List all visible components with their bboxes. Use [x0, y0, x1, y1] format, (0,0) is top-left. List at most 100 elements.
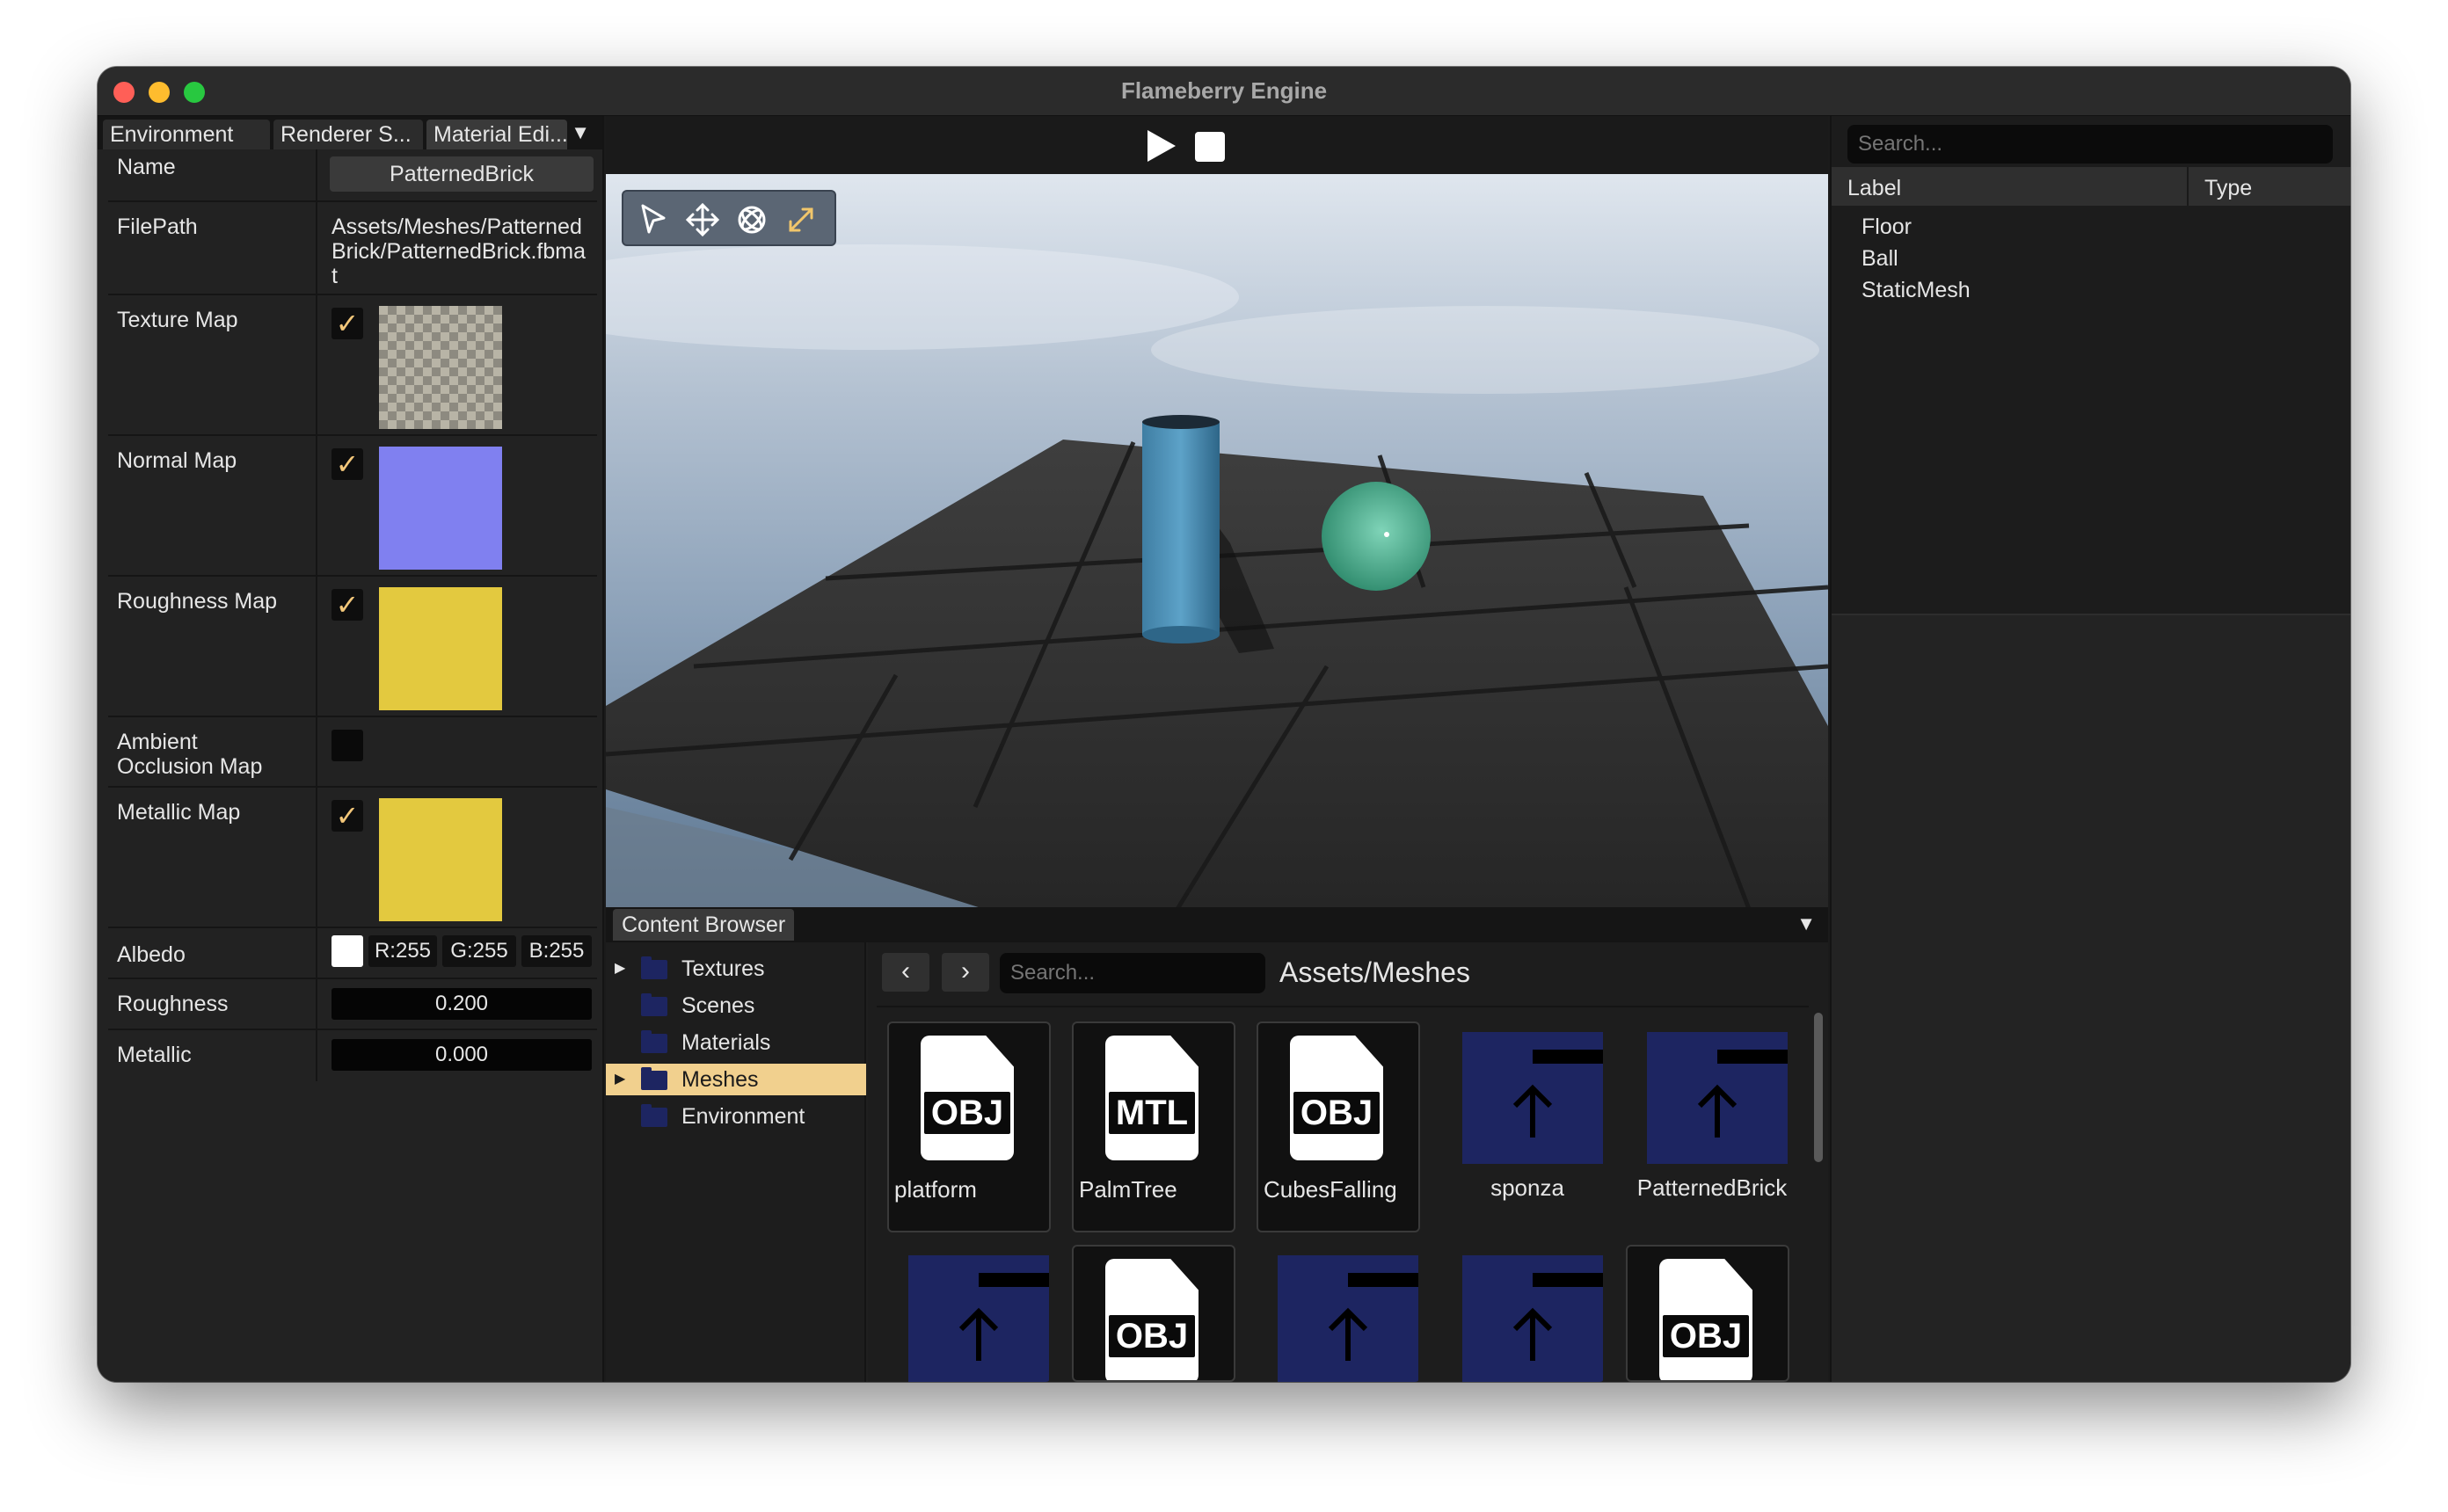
- tab-material-editor[interactable]: Material Edi...: [426, 120, 567, 149]
- metallic-field[interactable]: 0.000: [332, 1039, 592, 1071]
- tree-item-scenes[interactable]: Scenes: [606, 990, 866, 1021]
- scale-icon[interactable]: [783, 202, 819, 237]
- cloud: [1151, 306, 1819, 394]
- albedo-r-field[interactable]: R:255: [368, 935, 437, 967]
- asset-tile[interactable]: [1257, 1245, 1420, 1382]
- folder-icon: [641, 1067, 667, 1090]
- asset-tile[interactable]: OBJ: [1072, 1245, 1235, 1382]
- roughness-map-label: Roughness Map: [117, 589, 278, 614]
- material-editor-panel: Environment Renderer S... Material Edi..…: [98, 116, 604, 1382]
- tab-content-browser[interactable]: Content Browser: [613, 909, 795, 941]
- app-window: Flameberry Engine Environment Renderer S…: [98, 67, 2350, 1382]
- entity-row-ball[interactable]: Ball: [1862, 246, 1898, 272]
- name-field[interactable]: PatternedBrick: [330, 156, 594, 192]
- folder-icon: [1462, 1255, 1603, 1382]
- folder-icon: [641, 1104, 667, 1127]
- asset-tile-palmtree[interactable]: MTL PalmTree: [1072, 1021, 1235, 1232]
- folder-icon: [908, 1255, 1049, 1382]
- albedo-color-swatch[interactable]: [332, 935, 363, 967]
- cylinder-top: [1142, 415, 1220, 429]
- scene-viewport[interactable]: [606, 174, 1828, 909]
- name-label: Name: [117, 155, 176, 179]
- asset-tile-cubesfalling[interactable]: OBJ CubesFalling: [1257, 1021, 1420, 1232]
- tab-renderer-settings[interactable]: Renderer S...: [273, 120, 423, 149]
- file-type-badge: MTL: [1109, 1092, 1195, 1134]
- column-header-type[interactable]: Type: [2204, 176, 2252, 201]
- entity-row-staticmesh[interactable]: StaticMesh: [1862, 278, 1971, 303]
- roughness-field[interactable]: 0.200: [332, 988, 592, 1020]
- window-title: Flameberry Engine: [1120, 77, 1328, 104]
- albedo-label: Albedo: [117, 942, 186, 967]
- tree-item-label: Environment: [681, 1104, 805, 1129]
- tab-environment[interactable]: Environment: [103, 120, 270, 149]
- texture-map-label: Texture Map: [117, 308, 238, 332]
- asset-tile-sponza[interactable]: sponza: [1441, 1021, 1605, 1232]
- tree-item-environment[interactable]: Environment: [606, 1101, 866, 1132]
- roughness-row: Roughness 0.200: [108, 979, 597, 1030]
- cloud: [606, 244, 1239, 350]
- asset-tile-patternedbrick[interactable]: PatternedBrick: [1626, 1021, 1789, 1232]
- roughness-map-checkbox[interactable]: ✓: [332, 589, 363, 621]
- back-button[interactable]: ‹: [882, 953, 929, 992]
- albedo-g-field[interactable]: G:255: [442, 935, 516, 967]
- divider: [877, 1006, 1809, 1007]
- cylinder-mesh[interactable]: [1142, 422, 1220, 635]
- hierarchy-search-input[interactable]: [1847, 125, 2333, 164]
- play-icon[interactable]: [1148, 130, 1176, 162]
- scene-render: [606, 244, 1828, 909]
- asset-label: PalmTree: [1079, 1176, 1177, 1203]
- roughness-map-preview[interactable]: [379, 587, 502, 710]
- file-type-badge: OBJ: [1663, 1315, 1749, 1357]
- stop-icon[interactable]: [1195, 132, 1225, 162]
- move-icon[interactable]: [685, 202, 720, 237]
- folder-icon: [1647, 1032, 1788, 1164]
- texture-map-preview[interactable]: [379, 306, 502, 429]
- ao-map-row: Ambient Occlusion Map: [108, 717, 597, 788]
- tree-item-materials[interactable]: Materials: [606, 1027, 866, 1058]
- content-search-input[interactable]: [1000, 953, 1265, 993]
- metallic-map-row: Metallic Map ✓: [108, 788, 597, 928]
- texture-map-checkbox[interactable]: ✓: [332, 308, 363, 339]
- metallic-map-preview[interactable]: [379, 798, 502, 921]
- asset-tile[interactable]: OBJ: [1626, 1245, 1789, 1382]
- ao-map-checkbox[interactable]: [332, 730, 363, 761]
- ball-highlight: [1384, 532, 1389, 537]
- normal-map-preview[interactable]: [379, 447, 502, 570]
- rotate-icon[interactable]: [734, 202, 769, 237]
- scene-hierarchy-panel: Label Type Floor Ball StaticMesh: [1830, 116, 2350, 1382]
- asset-label: platform: [894, 1176, 977, 1203]
- content-browser-panel: Content Browser ▼ ▶ Textures Scenes Mate…: [606, 907, 1828, 1382]
- cylinder-base: [1142, 626, 1220, 643]
- column-header-label[interactable]: Label: [1847, 176, 1901, 201]
- texture-map-row: Texture Map ✓: [108, 295, 597, 436]
- filepath-value: Assets/Meshes/PatternedBrick/PatternedBr…: [332, 214, 586, 288]
- content-browser-menu-icon[interactable]: ▼: [1796, 912, 1816, 935]
- current-path: Assets/Meshes: [1279, 956, 1470, 988]
- entity-row-floor[interactable]: Floor: [1862, 214, 1912, 240]
- albedo-b-field[interactable]: B:255: [521, 935, 592, 967]
- normal-map-checkbox[interactable]: ✓: [332, 448, 363, 480]
- tree-item-meshes[interactable]: ▶ Meshes: [606, 1064, 866, 1095]
- file-type-badge: OBJ: [924, 1092, 1010, 1134]
- expand-arrow-icon[interactable]: ▶: [615, 1064, 625, 1095]
- asset-label: sponza: [1490, 1174, 1564, 1201]
- expand-arrow-icon[interactable]: ▶: [615, 953, 625, 985]
- filepath-row: FilePath Assets/Meshes/PatternedBrick/Pa…: [108, 202, 597, 295]
- content-browser-tab-bar: Content Browser ▼: [606, 907, 1828, 942]
- ball-mesh[interactable]: [1322, 482, 1431, 591]
- select-icon[interactable]: [636, 202, 671, 237]
- tab-list-dropdown-icon[interactable]: ▼: [571, 121, 590, 144]
- play-toolbar: [606, 116, 1828, 174]
- tree-item-textures[interactable]: ▶ Textures: [606, 953, 866, 985]
- asset-label: CubesFalling: [1264, 1176, 1397, 1203]
- tree-item-label: Materials: [681, 1030, 771, 1055]
- asset-tile[interactable]: [887, 1245, 1051, 1382]
- asset-tile-platform[interactable]: OBJ platform: [887, 1021, 1051, 1232]
- metallic-map-checkbox[interactable]: ✓: [332, 800, 363, 832]
- metallic-row: Metallic 0.000: [108, 1030, 597, 1081]
- asset-grid-area: ‹ › Assets/Meshes OBJ platform MTL PalmT…: [868, 942, 1828, 1382]
- asset-grid-scrollbar[interactable]: [1814, 1013, 1823, 1162]
- asset-tile[interactable]: [1441, 1245, 1605, 1382]
- forward-button[interactable]: ›: [942, 953, 989, 992]
- hierarchy-table-header: Label Type: [1832, 167, 2350, 206]
